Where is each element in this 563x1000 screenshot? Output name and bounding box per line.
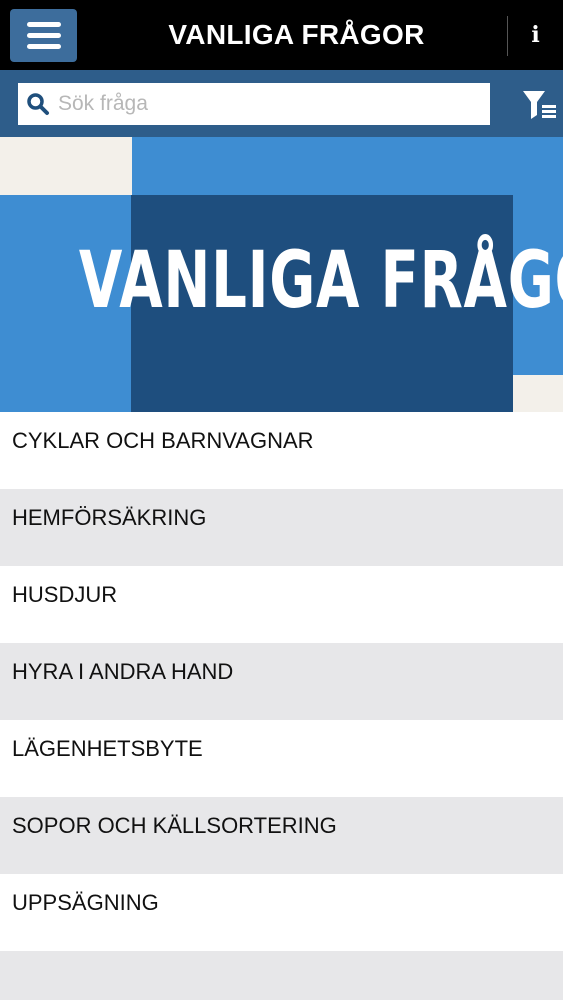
list-item-uppsagning[interactable]: UPPSÄGNING [0,874,563,951]
filter-button[interactable] [520,88,558,122]
menu-button[interactable] [10,9,77,62]
list-item-andrahand[interactable]: HYRA I ANDRA HAND [0,643,563,720]
hero-banner: VANLIGA FRÅGOR [0,137,563,412]
filter-list-icon [523,91,556,119]
top-bar: VANLIGA FRÅGOR i [0,0,563,70]
hamburger-icon [26,22,61,27]
list-item-husdjur[interactable]: HUSDJUR [0,566,563,643]
banner-title: VANLIGA FRÅGOR [78,236,563,326]
category-list: CYKLAR OCH BARNVAGNAR HEMFÖRSÄKRING HUSD… [0,412,563,951]
list-footer-row [0,951,563,1000]
search-input[interactable] [58,83,490,125]
search-icon [18,83,58,125]
info-button[interactable]: i [508,0,563,70]
list-item-lagenhetsbyte[interactable]: LÄGENHETSBYTE [0,720,563,797]
list-item-hemforsakring[interactable]: HEMFÖRSÄKRING [0,489,563,566]
list-item-cyklar[interactable]: CYKLAR OCH BARNVAGNAR [0,412,563,489]
list-item-sopor[interactable]: SOPOR OCH KÄLLSORTERING [0,797,563,874]
search-box[interactable] [18,83,490,125]
page-title: VANLIGA FRÅGOR [168,19,425,50]
search-bar [0,70,563,137]
